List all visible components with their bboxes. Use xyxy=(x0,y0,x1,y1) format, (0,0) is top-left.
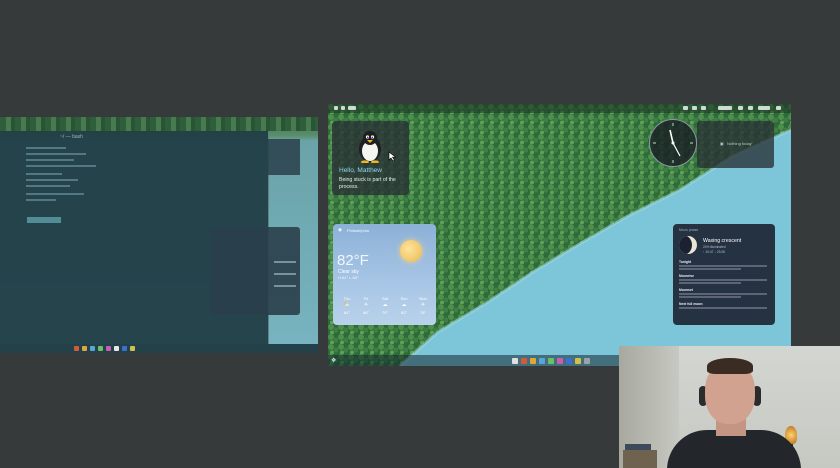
calendar-events-text: Nothing today xyxy=(727,141,752,146)
dock-app-icon[interactable] xyxy=(548,358,554,364)
dock-app-icon[interactable] xyxy=(566,358,572,364)
greeting-quote: Being stuck is part of the process. xyxy=(339,177,396,190)
dock-app-icon[interactable] xyxy=(130,346,135,351)
app-launcher-icon[interactable]: ❖ xyxy=(331,357,336,364)
tray-icon[interactable] xyxy=(692,106,697,110)
moon-row-title: Next full moon xyxy=(679,302,703,306)
side-panel xyxy=(210,227,300,315)
dock-app-icon[interactable] xyxy=(512,358,518,364)
sun-icon: ☀ xyxy=(363,302,369,308)
dock-app-icon[interactable] xyxy=(521,358,527,364)
terminal-title: ~/ — bash xyxy=(60,134,83,140)
dock-app-icon[interactable] xyxy=(82,346,87,351)
tray-icon[interactable] xyxy=(738,106,743,110)
location-pin-icon: ◉ xyxy=(338,227,342,232)
partly-cloudy-icon: ⛅ xyxy=(343,302,351,308)
clock-face-icon xyxy=(653,123,693,163)
dock-app-icon[interactable] xyxy=(114,346,119,351)
dock-app-icon[interactable] xyxy=(539,358,545,364)
forecast-day: Sat ☁ 79° xyxy=(377,296,393,315)
moon-info-row: Next full moon xyxy=(679,302,767,309)
top-bar xyxy=(328,104,791,113)
terminal-line xyxy=(26,199,56,201)
dock-app-icon[interactable] xyxy=(122,346,127,351)
analog-clock-widget xyxy=(649,119,697,167)
workspace-indicator[interactable] xyxy=(348,106,356,110)
dock xyxy=(0,344,318,353)
dock-app-icon[interactable] xyxy=(74,346,79,351)
sun-icon: ☀ xyxy=(420,302,426,308)
moon-info-row: Moonset xyxy=(679,288,767,298)
moon-rise-set: ↑ 10:47 ↓ 23:08 xyxy=(703,250,725,254)
forecast-day: Mon ☀ 78° xyxy=(415,296,431,315)
dock-app-icon[interactable] xyxy=(584,358,590,364)
mouse-cursor-icon xyxy=(388,151,397,162)
terminal-line xyxy=(26,153,86,155)
moon-widget-header: Moon phase xyxy=(679,228,699,232)
workspace-left-preview[interactable]: ~/ — bash xyxy=(0,117,318,353)
tray-icon[interactable] xyxy=(683,106,688,110)
panel-line xyxy=(274,261,296,263)
cloud-icon: ☁ xyxy=(401,302,407,308)
moon-info-row: Moonrise xyxy=(679,274,767,284)
side-widget xyxy=(268,139,300,175)
moon-phase-title: Waxing crescent xyxy=(703,238,742,244)
dock-app-icon[interactable] xyxy=(530,358,536,364)
moon-illumination: 24% illuminated xyxy=(703,245,726,249)
dock-app-icon[interactable] xyxy=(98,346,103,351)
dock-app-icon[interactable] xyxy=(557,358,563,364)
weather-widget: ◉ Philadelphia 82°F Clear sky H:84° L:68… xyxy=(333,224,436,325)
penguin-icon xyxy=(359,131,381,163)
calendar-icon: ▣ xyxy=(720,141,724,146)
forecast-day: Fri ☀ 86° xyxy=(358,296,374,315)
workspace-indicator[interactable] xyxy=(341,106,345,110)
cloud-icon: ☁ xyxy=(382,302,388,308)
terminal-line xyxy=(26,179,78,181)
calendar-widget: ▣ Nothing today xyxy=(697,121,774,168)
terminal-line xyxy=(26,165,96,167)
sun-icon xyxy=(400,240,422,262)
greeting-name: Hello, Matthew xyxy=(339,167,382,174)
tray-clock[interactable] xyxy=(758,106,770,110)
power-icon[interactable] xyxy=(776,106,781,110)
forecast-temp: 82° xyxy=(400,310,408,315)
dock-app-icon[interactable] xyxy=(575,358,581,364)
tray-icon[interactable] xyxy=(748,106,753,110)
moon-row-title: Tonight xyxy=(679,260,692,264)
moon-row-title: Moonset xyxy=(679,288,693,292)
tray-icon[interactable] xyxy=(701,106,706,110)
forecast-day: Sun ☁ 82° xyxy=(396,296,412,315)
forecast-temp: 84° xyxy=(343,310,351,315)
weather-location: Philadelphia xyxy=(347,228,369,233)
moon-icon xyxy=(679,236,697,254)
greeting-widget: Hello, Matthew Being stuck is part of th… xyxy=(332,121,409,195)
forecast-temp: 86° xyxy=(362,310,370,315)
terminal-line xyxy=(26,173,62,175)
forecast-day: Thu ⛅ 84° xyxy=(339,296,355,315)
forecast-temp: 78° xyxy=(419,310,427,315)
terminal-line xyxy=(26,185,70,187)
webcam-overlay xyxy=(619,346,840,468)
weather-temperature: 82°F xyxy=(337,252,369,269)
terminal-selection xyxy=(27,217,61,223)
panel-line xyxy=(274,285,296,287)
wallpaper-forest-strip xyxy=(0,117,318,131)
workspace-indicator[interactable] xyxy=(334,106,338,110)
panel-line xyxy=(274,273,296,275)
moon-info-row: Tonight xyxy=(679,260,767,270)
moon-phase-widget: Moon phase Waxing crescent 24% illuminat… xyxy=(673,224,775,325)
tray-status[interactable] xyxy=(718,106,732,110)
weather-hi-lo: H:84° L:68° xyxy=(338,275,359,280)
terminal-line xyxy=(26,193,84,195)
workspace-right-preview[interactable]: Hello, Matthew Being stuck is part of th… xyxy=(328,104,791,366)
webcam-shelf xyxy=(623,450,657,468)
moon-row-title: Moonrise xyxy=(679,274,695,278)
webcam-person-hair xyxy=(707,358,753,374)
forecast-temp: 79° xyxy=(381,310,389,315)
terminal-line xyxy=(26,159,74,161)
terminal-line xyxy=(26,147,66,149)
dock-app-icon[interactable] xyxy=(106,346,111,351)
dock-app-icon[interactable] xyxy=(90,346,95,351)
